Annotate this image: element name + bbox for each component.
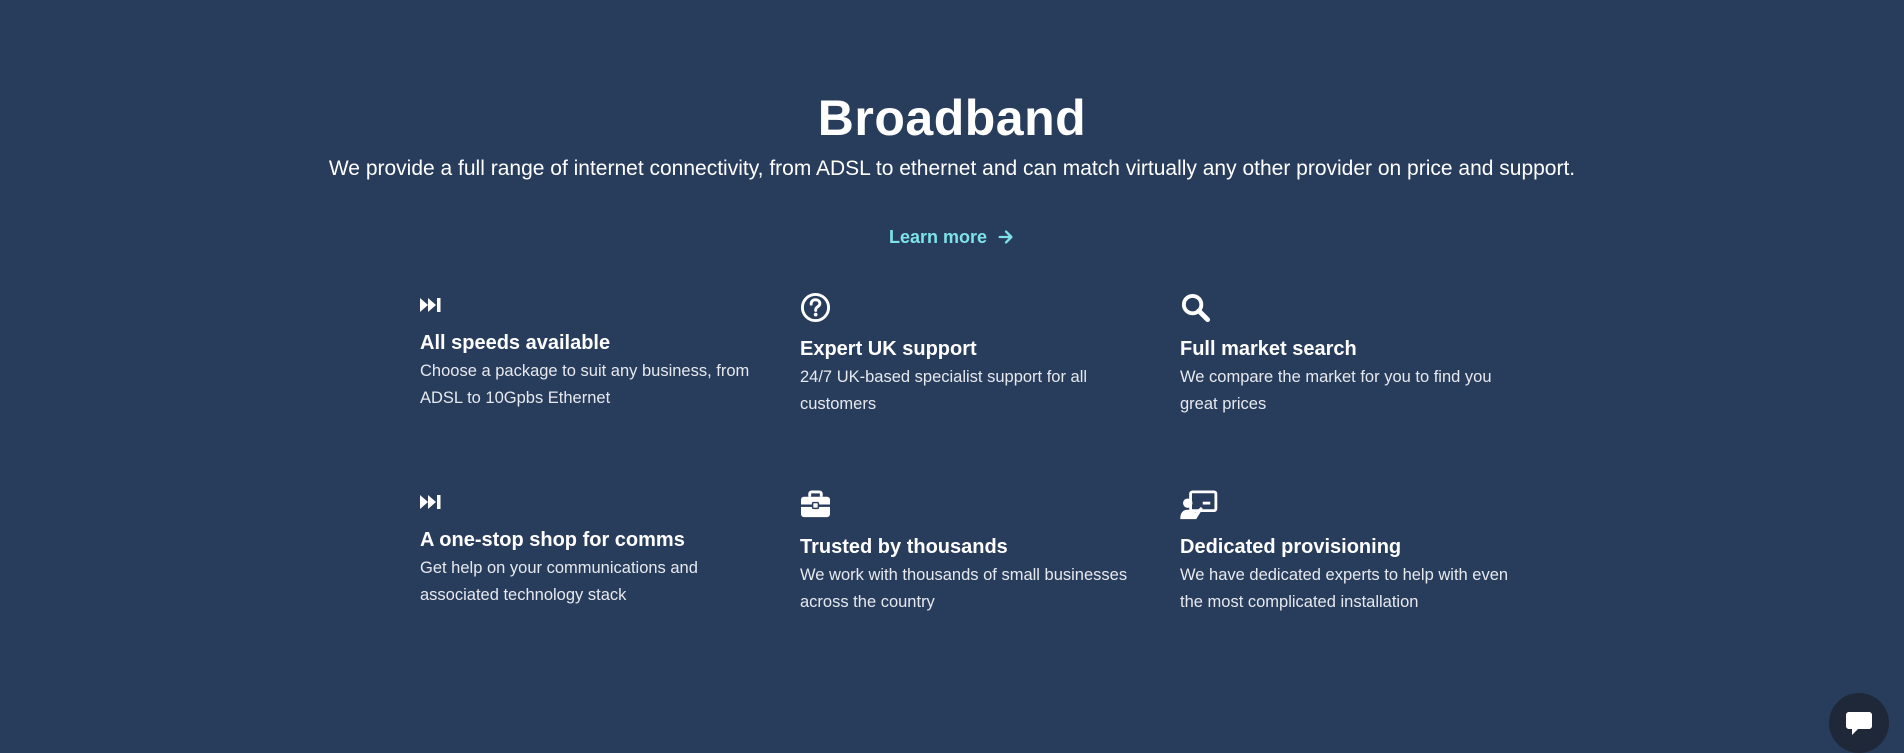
- chat-button[interactable]: [1829, 693, 1889, 753]
- presenter-icon: [1180, 490, 1510, 534]
- feature-title: Expert UK support: [800, 338, 977, 360]
- feature-description: We compare the market for you to find yo…: [1180, 368, 1492, 413]
- learn-more-link-container: Learn more: [0, 225, 1904, 249]
- feature-description: 24/7 UK-based specialist support for all…: [800, 368, 1088, 413]
- page-title: Broadband: [817, 90, 1087, 146]
- feature-one-stop-shop: A one-stop shop for comms Get help on yo…: [420, 493, 750, 609]
- feature-description: Choose a package to suit any business, f…: [420, 362, 750, 407]
- feature-description: Get help on your communications and asso…: [420, 559, 698, 604]
- learn-more-label: Learn more: [888, 227, 988, 247]
- feature-expert-support: Expert UK support 24/7 UK-based speciali…: [800, 292, 1130, 418]
- feature-description: We work with thousands of small business…: [800, 566, 1128, 611]
- briefcase-icon: [800, 490, 1130, 534]
- feature-provisioning: Dedicated provisioning We have dedicated…: [1180, 490, 1510, 616]
- feature-title: Trusted by thousands: [800, 536, 1008, 558]
- arrow-right-icon: [998, 230, 1013, 244]
- fast-forward-icon: [420, 296, 750, 330]
- search-icon: [1180, 292, 1510, 336]
- feature-market-search: Full market search We compare the market…: [1180, 292, 1510, 418]
- feature-title: All speeds available: [420, 332, 611, 354]
- feature-title: A one-stop shop for comms: [420, 529, 685, 551]
- learn-more-link[interactable]: Learn more: [889, 225, 1015, 249]
- feature-description: We have dedicated experts to help with e…: [1180, 566, 1509, 611]
- feature-title: Full market search: [1180, 338, 1357, 360]
- feature-all-speeds: All speeds available Choose a package to…: [420, 296, 750, 412]
- page-subtitle: We provide a full range of internet conn…: [328, 157, 1576, 180]
- chat-bubble-icon: [1846, 712, 1872, 735]
- fast-forward-icon: [420, 493, 750, 527]
- question-circle-icon: [800, 292, 1130, 336]
- feature-title: Dedicated provisioning: [1180, 536, 1402, 558]
- feature-trusted: Trusted by thousands We work with thousa…: [800, 490, 1130, 616]
